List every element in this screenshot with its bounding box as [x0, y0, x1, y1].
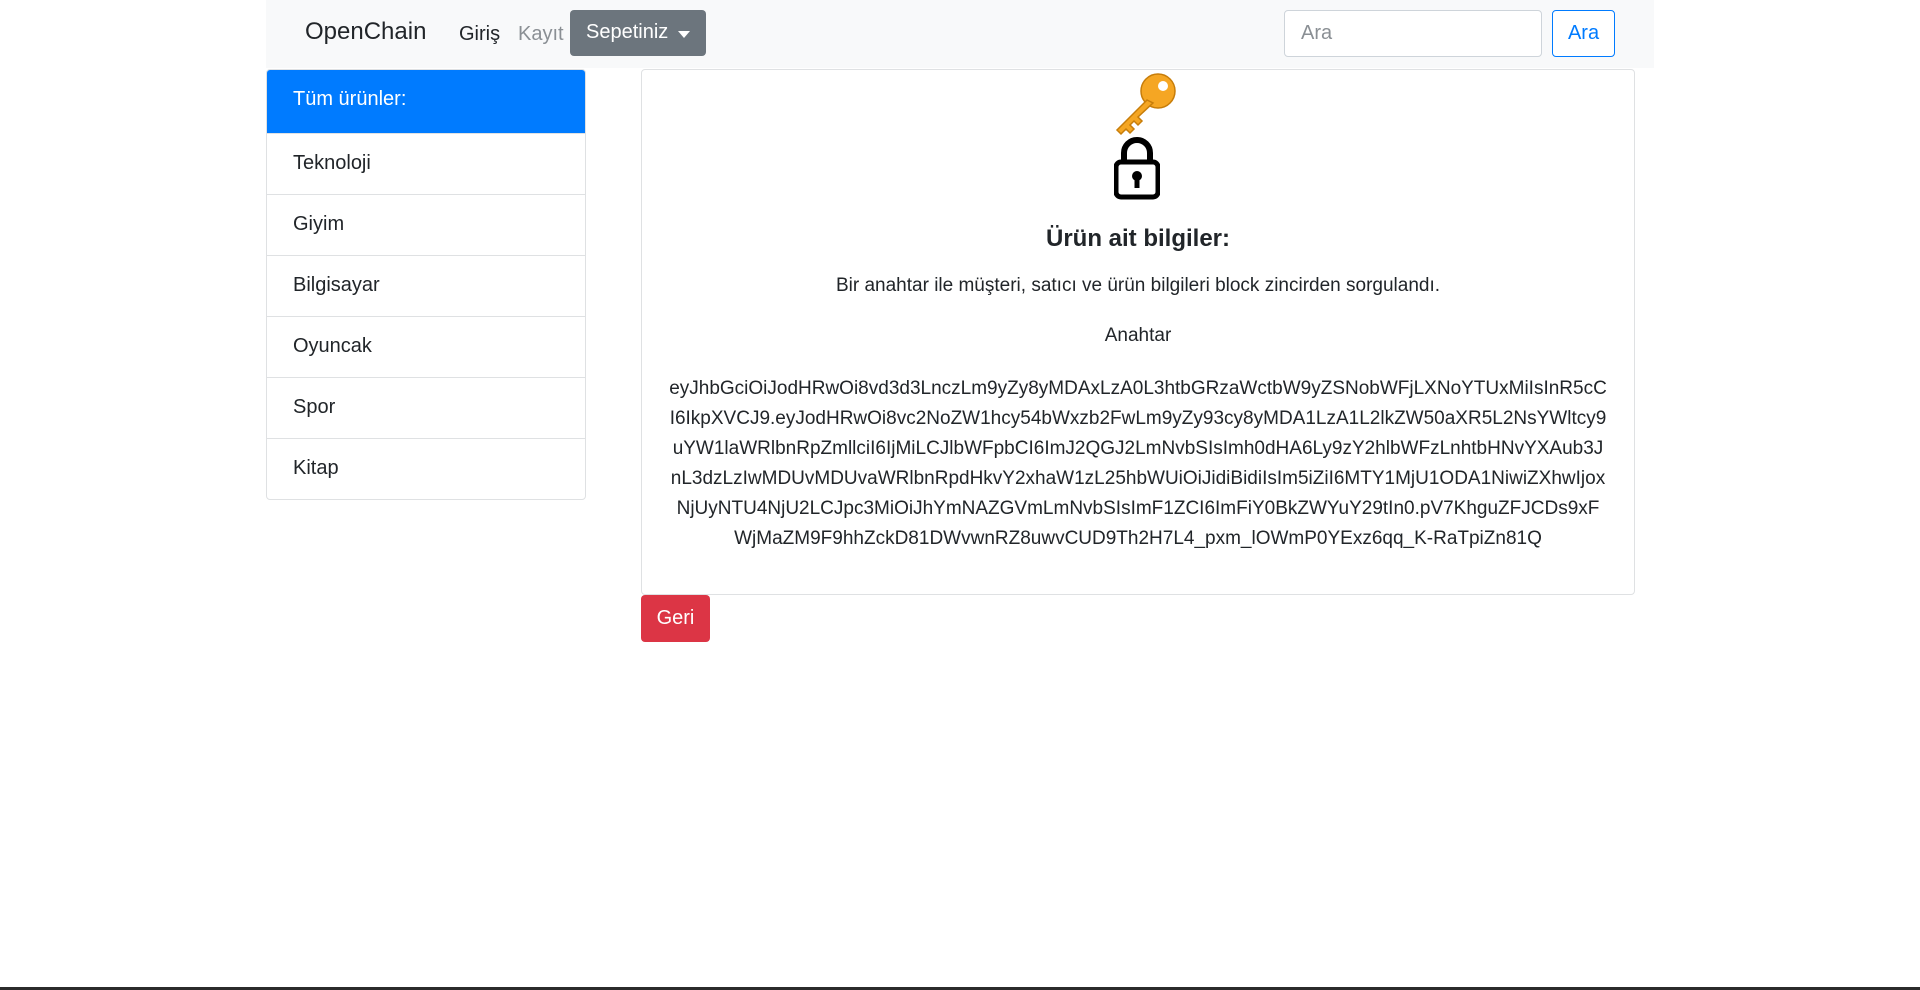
page: OpenChain Giriş Kayıt Sepetiniz Ara Tüm … — [0, 0, 1920, 990]
key-icon — [1115, 73, 1176, 136]
key-label: Anahtar — [1104, 325, 1172, 346]
category-item-technology[interactable]: Teknoloji — [267, 133, 585, 194]
back-button[interactable]: Geri — [641, 595, 710, 642]
search-button[interactable]: Ara — [1552, 10, 1615, 57]
search-input[interactable] — [1284, 10, 1542, 57]
cart-label: Sepetiniz — [586, 21, 669, 43]
brand-link[interactable]: OpenChain — [305, 18, 426, 46]
category-list: Tüm ürünler: Teknoloji Giyim Bilgisayar … — [266, 69, 586, 500]
login-link[interactable]: Giriş — [459, 23, 500, 46]
navbar: OpenChain Giriş Kayıt Sepetiniz Ara — [266, 0, 1654, 68]
card-description: Bir anahtar ile müşteri, satıcı ve ürün … — [835, 275, 1441, 296]
register-link[interactable]: Kayıt — [518, 23, 564, 46]
category-item-computer[interactable]: Bilgisayar — [267, 255, 585, 316]
lock-icon — [1114, 137, 1160, 200]
category-item-book[interactable]: Kitap — [267, 438, 585, 499]
category-item-sport[interactable]: Spor — [267, 377, 585, 438]
card-title: Ürün ait bilgiler: — [1045, 225, 1230, 252]
product-info-card: Ürün ait bilgiler: Bir anahtar ile müşte… — [641, 69, 1635, 595]
key-value: eyJhbGciOiJodHRwOi8vd3d3LnczLm9yZy8yMDAx… — [669, 378, 1607, 549]
category-item-clothing[interactable]: Giyim — [267, 194, 585, 255]
caret-down-icon — [678, 31, 690, 38]
category-item-toy[interactable]: Oyuncak — [267, 316, 585, 377]
cart-dropdown-button[interactable]: Sepetiniz — [570, 10, 706, 56]
category-item-all[interactable]: Tüm ürünler: — [267, 70, 585, 133]
